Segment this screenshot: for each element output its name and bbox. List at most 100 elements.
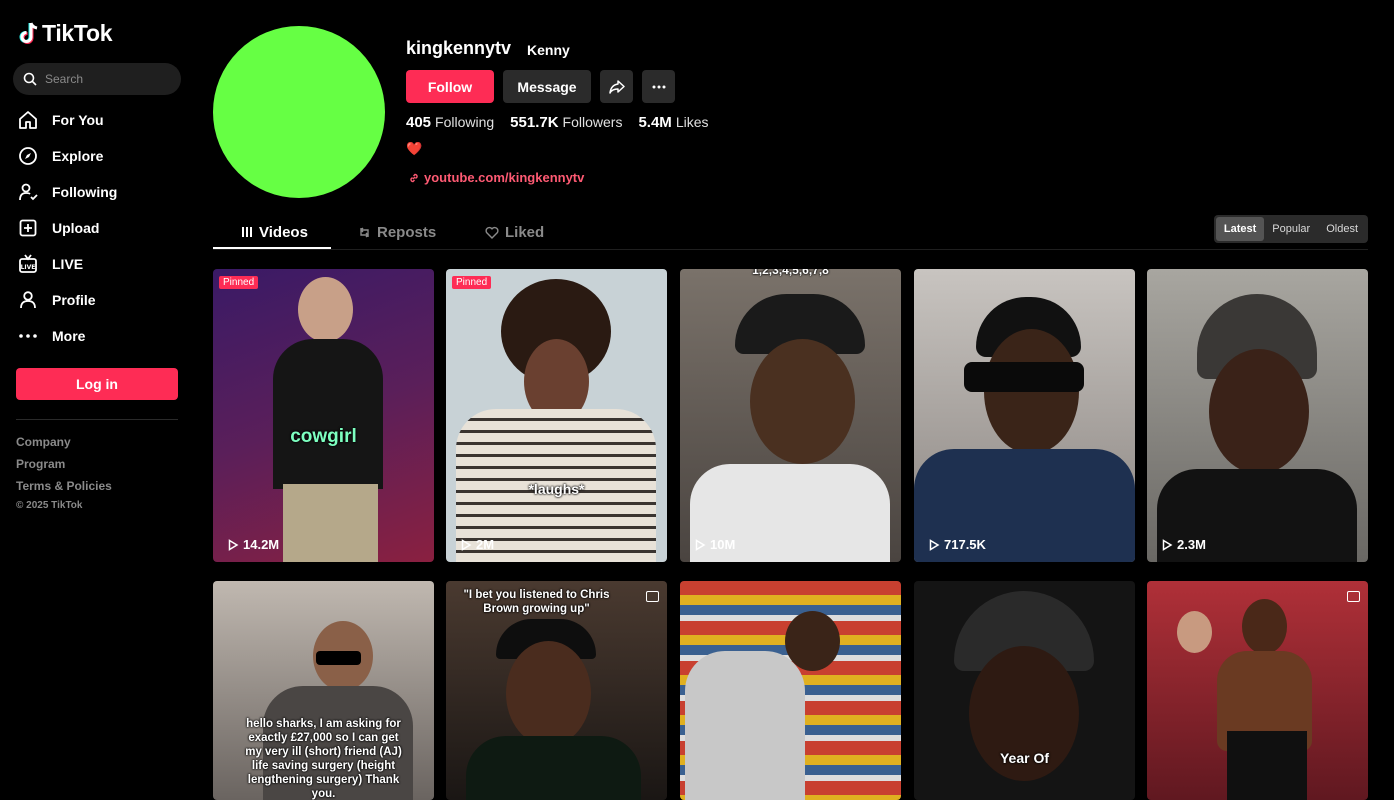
tab-label: Liked: [505, 223, 545, 241]
video-card[interactable]: Pinned *laughs* 2M: [446, 269, 667, 562]
main-nav: For You Explore Following Upload LIVE LI…: [18, 102, 188, 354]
sort-oldest[interactable]: Oldest: [1318, 217, 1366, 241]
nav-label: More: [52, 328, 86, 344]
logo-text: TikTok: [42, 20, 113, 46]
app-root: TikTok For You Explore: [0, 0, 1394, 800]
profile-link-text: youtube.com/kingkennytv: [424, 170, 585, 185]
video-caption: *laughs*: [528, 481, 585, 497]
grid-icon: [242, 227, 252, 237]
heart-lock-icon: [485, 226, 499, 239]
video-caption: Year Of: [999, 750, 1050, 766]
view-count: 2.3M: [1161, 537, 1206, 552]
play-icon: [461, 538, 472, 551]
video-caption: cowgirl: [290, 426, 357, 447]
profile-stats: 405 Following 551.7K Followers 5.4M Likes: [406, 114, 709, 132]
share-button[interactable]: [600, 70, 633, 103]
stat-following[interactable]: 405 Following: [406, 114, 494, 132]
ellipsis-icon: [652, 85, 665, 88]
sidebar-footer: Company Program Terms & Policies © 2025 …: [16, 434, 112, 511]
tab-label: Videos: [259, 223, 308, 241]
followers-label: Followers: [562, 114, 623, 130]
play-icon: [1162, 538, 1173, 551]
video-card[interactable]: 1,2,3,4,5,6,7,8 10M: [680, 269, 901, 562]
profile-link[interactable]: youtube.com/kingkennytv: [408, 170, 584, 185]
link-icon: [410, 173, 418, 182]
view-count-text: 10M: [710, 537, 736, 552]
search-box[interactable]: [13, 63, 181, 95]
nav-item-following[interactable]: Following: [18, 174, 188, 210]
profile-username: kingkennytv: [406, 38, 512, 58]
video-card[interactable]: [680, 581, 901, 800]
sort-toggle: Latest Popular Oldest: [1213, 215, 1368, 243]
footer-link-company[interactable]: Company: [16, 434, 112, 456]
photo-mode-icon: [646, 591, 659, 602]
login-button[interactable]: Log in: [16, 368, 178, 400]
followers-count: 551.7K: [510, 114, 559, 131]
sidebar-divider: [16, 419, 178, 420]
nav-label: Upload: [52, 220, 100, 236]
pinned-badge: Pinned: [452, 276, 492, 289]
nav-label: Explore: [52, 148, 104, 164]
active-tab-indicator: [213, 247, 331, 249]
home-icon: [18, 110, 38, 130]
compass-icon: [18, 146, 38, 166]
nav-item-upload[interactable]: Upload: [18, 210, 188, 246]
nav-item-profile[interactable]: Profile: [18, 282, 188, 318]
profile-avatar: [213, 26, 385, 198]
view-count-text: 717.5K: [944, 537, 986, 552]
view-count: 717.5K: [928, 537, 986, 552]
sort-latest[interactable]: Latest: [1215, 217, 1265, 241]
view-count-text: 14.2M: [243, 537, 280, 552]
tab-label: Reposts: [377, 223, 437, 241]
likes-label: Likes: [675, 114, 709, 130]
profile-icon: [18, 290, 38, 310]
view-count: 14.2M: [227, 537, 279, 552]
profile-bio: ❤️: [406, 141, 423, 156]
search-icon: [23, 72, 37, 86]
repost-icon: [360, 227, 369, 237]
nav-label: LIVE: [52, 256, 84, 272]
tab-liked[interactable]: Liked: [485, 215, 544, 249]
tiktok-logo[interactable]: TikTok: [18, 20, 113, 47]
video-card[interactable]: Year Of: [914, 581, 1135, 800]
stat-followers[interactable]: 551.7K Followers: [510, 114, 622, 132]
footer-link-program[interactable]: Program: [16, 456, 112, 478]
following-icon: [18, 182, 38, 202]
tab-videos[interactable]: Videos: [241, 215, 308, 249]
view-count-text: 2.3M: [1177, 537, 1206, 552]
nav-item-live[interactable]: LIVE LIVE: [18, 246, 188, 282]
video-caption: "I bet you listened to Chris Brown growi…: [463, 589, 610, 615]
nav-item-more[interactable]: More: [18, 318, 188, 354]
nav-item-explore[interactable]: Explore: [18, 138, 188, 174]
nav-label: For You: [52, 112, 104, 128]
video-caption: hello sharks, I am asking for exactly £2…: [245, 718, 402, 800]
video-card[interactable]: 2.3M: [1147, 269, 1368, 562]
video-card[interactable]: "I bet you listened to Chris Brown growi…: [446, 581, 667, 800]
nav-label: Following: [52, 184, 118, 200]
video-card[interactable]: hello sharks, I am asking for exactly £2…: [213, 581, 434, 800]
footer-link-terms[interactable]: Terms & Policies: [16, 478, 112, 500]
play-icon: [929, 538, 940, 551]
sidebar: TikTok For You Explore: [0, 0, 196, 800]
tab-reposts[interactable]: Reposts: [358, 215, 436, 249]
video-card[interactable]: Pinned cowgirl 14.2M: [213, 269, 434, 562]
message-button[interactable]: Message: [503, 70, 591, 103]
photo-mode-icon: [1347, 591, 1360, 602]
more-options-button[interactable]: [642, 70, 675, 103]
nav-label: Profile: [52, 292, 96, 308]
play-icon: [695, 538, 706, 551]
video-card[interactable]: 717.5K: [914, 269, 1135, 562]
play-icon: [228, 538, 239, 551]
live-icon: LIVE: [18, 254, 38, 274]
nav-item-for-you[interactable]: For You: [18, 102, 188, 138]
view-count: 10M: [694, 537, 735, 552]
copyright: © 2025 TikTok: [16, 500, 83, 511]
tiktok-note-icon: [19, 22, 38, 44]
more-dots-icon: [18, 326, 38, 346]
video-card[interactable]: [1147, 581, 1368, 800]
profile-nickname: Kenny: [527, 42, 570, 58]
sort-popular[interactable]: Popular: [1264, 217, 1318, 241]
profile-tabs: Videos Reposts Liked Latest Popular Olde…: [213, 215, 1368, 250]
follow-button[interactable]: Follow: [406, 70, 494, 103]
search-input[interactable]: [45, 72, 165, 86]
